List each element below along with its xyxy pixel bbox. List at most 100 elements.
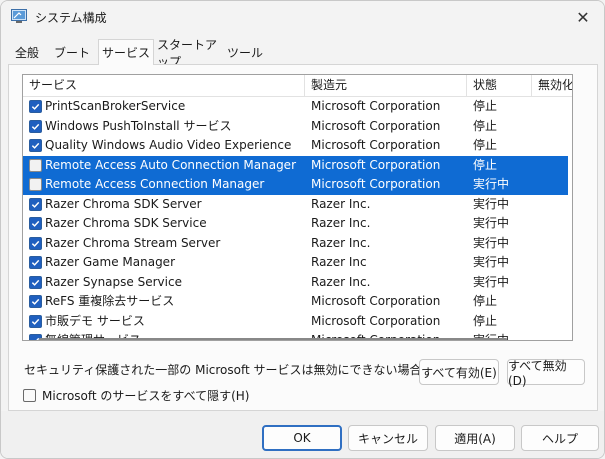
tab-general[interactable]: 全般 [8,41,46,64]
tab-boot[interactable]: ブート [52,41,92,64]
service-name: Remote Access Auto Connection Manager [45,157,296,172]
service-checkbox[interactable] [29,119,42,133]
table-row[interactable]: 市販デモ サービス Microsoft Corporation 停止 [23,312,568,332]
table-row[interactable]: Razer Game Manager Razer Inc 実行中 [23,253,568,273]
service-status: 停止 [473,138,498,152]
service-checkbox[interactable] [29,236,42,250]
close-button[interactable]: ✕ [560,1,604,33]
service-checkbox[interactable] [29,295,42,308]
services-panel: サービス 製造元 状態 無効化 PrintScanBrokerService Mi… [8,64,598,411]
services-list: サービス 製造元 状態 無効化 PrintScanBrokerService Mi… [22,74,573,341]
service-status: 実行中 [473,235,510,250]
table-row[interactable]: Razer Chroma Stream Server Razer Inc. 実行中 [23,234,568,254]
service-manufacturer: Microsoft Corporation [311,177,441,191]
checkmark-icon [31,220,40,227]
help-button[interactable]: ヘルプ [521,425,599,451]
table-row[interactable]: PrintScanBrokerService Microsoft Corporat… [23,97,568,117]
service-name: Quality Windows Audio Video Experience [45,138,292,152]
apply-button[interactable]: 適用(A) [435,425,515,451]
column-header-manufacturer[interactable]: 製造元 [305,75,467,96]
service-status: 実行中 [473,196,510,211]
service-name: Razer Chroma SDK Service [45,216,207,230]
hide-ms-services-checkbox[interactable] [23,389,36,402]
checkmark-icon [31,259,40,266]
checkmark-icon [31,201,40,208]
table-row[interactable]: Razer Synapse Service Razer Inc. 実行中 [23,273,568,293]
table-row[interactable]: Windows PushToInstall サービス Microsoft Corp… [23,117,568,137]
hide-ms-services-row[interactable]: Microsoft のサービスをすべて隠す(H) [23,387,250,404]
tab-startup[interactable]: スタートアップ [157,38,223,69]
service-status: 停止 [473,157,498,172]
tab-tools[interactable]: ツール [227,41,263,64]
service-manufacturer: Microsoft Corporation [311,138,441,152]
service-status: 実行中 [473,255,510,269]
hide-ms-services-label[interactable]: Microsoft のサービスをすべて隠す(H) [42,387,250,404]
service-status: 停止 [473,99,498,113]
service-manufacturer: Razer Inc. [311,216,371,230]
cancel-button[interactable]: キャンセル [348,425,428,451]
service-status: 停止 [473,313,498,328]
service-checkbox[interactable] [29,178,42,191]
service-name: Razer Chroma SDK Server [45,196,202,211]
service-manufacturer: Microsoft Corporation [311,313,441,328]
window-title: システム構成 [35,11,107,25]
service-name: Razer Game Manager [45,255,175,269]
column-header-disabled[interactable]: 無効化 [532,75,572,96]
table-row[interactable]: Razer Chroma SDK Service Razer Inc. 実行中 [23,214,568,234]
checkmark-icon [31,240,40,247]
service-status: 実行中 [473,177,510,191]
app-icon [11,9,27,23]
horizontal-scrollbar[interactable] [23,337,568,340]
service-manufacturer: Razer Inc. [311,196,371,211]
service-checkbox[interactable] [29,275,42,289]
service-checkbox[interactable] [29,217,42,230]
tab-services[interactable]: サービス [98,39,154,65]
service-manufacturer: Razer Inc. [311,274,371,289]
list-header: サービス 製造元 状態 無効化 [23,75,572,97]
service-status: 実行中 [473,216,510,230]
service-name: Windows PushToInstall サービス [45,118,232,133]
list-rows: PrintScanBrokerService Microsoft Corporat… [23,97,568,340]
service-name: Remote Access Connection Manager [45,177,265,191]
title-bar[interactable]: システム構成 ✕ [1,1,604,35]
ok-button[interactable]: OK [262,425,342,451]
msconfig-window: システム構成 ✕ 全般 ブート サービス スタートアップ ツール サービス 製造… [0,0,605,459]
disable-all-button[interactable]: すべて無効(D) [507,359,585,388]
service-name: Razer Synapse Service [45,274,182,289]
service-status: 停止 [473,118,498,133]
column-header-status[interactable]: 状態 [467,75,532,96]
service-name: ReFS 重複除去サービス [45,294,175,308]
service-manufacturer: Microsoft Corporation [311,99,441,113]
checkmark-icon [31,279,40,286]
table-row[interactable]: Razer Chroma SDK Server Razer Inc. 実行中 [23,195,568,215]
service-manufacturer: Microsoft Corporation [311,294,441,308]
service-name: PrintScanBrokerService [45,99,186,113]
service-manufacturer: Razer Inc [311,255,367,269]
service-checkbox[interactable] [29,158,42,172]
horizontal-scroll-thumb[interactable] [39,338,507,340]
service-name: 市販デモ サービス [45,313,145,328]
service-checkbox[interactable] [29,139,42,152]
checkmark-icon [31,103,40,110]
service-checkbox[interactable] [29,197,42,211]
table-row[interactable]: Remote Access Auto Connection Manager Mic… [23,155,568,175]
service-manufacturer: Microsoft Corporation [311,118,441,133]
dialog-footer: OK キャンセル 適用(A) ヘルプ [1,411,604,458]
checkmark-icon [31,142,40,149]
checkmark-icon [31,123,40,130]
table-row[interactable]: Quality Windows Audio Video Experience Mi… [23,136,568,156]
service-checkbox[interactable] [29,314,42,328]
service-name: Razer Chroma Stream Server [45,235,221,250]
table-row[interactable]: ReFS 重複除去サービス Microsoft Corporation 停止 [23,292,568,312]
service-manufacturer: Microsoft Corporation [311,157,441,172]
service-checkbox[interactable] [29,256,42,269]
service-status: 実行中 [473,274,510,289]
checkmark-icon [31,298,40,305]
service-status: 停止 [473,294,498,308]
service-manufacturer: Razer Inc. [311,235,371,250]
table-row[interactable]: Remote Access Connection Manager Microsof… [23,175,568,195]
checkmark-icon [31,318,40,325]
enable-all-button[interactable]: すべて有効(E) [419,359,499,385]
service-checkbox[interactable] [29,100,42,113]
column-header-service[interactable]: サービス [23,75,305,96]
